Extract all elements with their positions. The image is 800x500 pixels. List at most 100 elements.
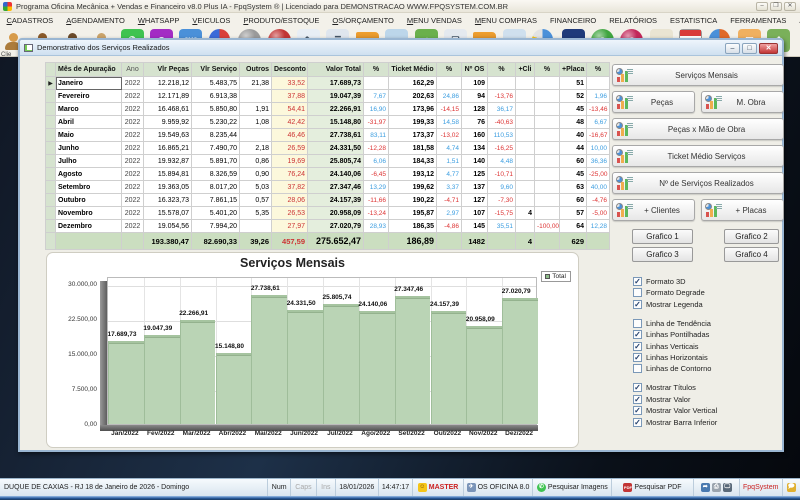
table-row[interactable]: Setembro202219.363,058.017,205,0337,8227…	[46, 181, 610, 194]
cell[interactable]	[516, 194, 535, 207]
checkbox-mostrar-valor[interactable]: ✓Mostrar Valor	[633, 395, 784, 404]
menu-item-ajuda[interactable]: AJUDA	[793, 16, 800, 25]
checkbox-box[interactable]: ✓	[633, 383, 642, 392]
cell[interactable]: 19.932,87	[144, 155, 192, 168]
table-row[interactable]: Abril20229.959,925.230,221,0842,4215.148…	[46, 116, 610, 129]
cell[interactable]: 24.331,50	[308, 142, 364, 155]
status-search-pdf[interactable]: PDFPesquisar PDF	[612, 479, 693, 496]
chart-button-pe-as-x-m-o-de-obra[interactable]: Peças x Mão de Obra	[612, 118, 784, 140]
cell[interactable]: 15.894,81	[144, 168, 192, 181]
cell[interactable]	[46, 142, 56, 155]
checkbox-box[interactable]: ✓	[633, 395, 642, 404]
cell[interactable]: 14,58	[437, 116, 462, 129]
cell[interactable]: 186,35	[389, 220, 437, 233]
cell[interactable]: 173,37	[389, 129, 437, 142]
cell[interactable]: 5.230,22	[192, 116, 240, 129]
cell[interactable]: -13,02	[437, 129, 462, 142]
cell[interactable]: 13,29	[364, 181, 389, 194]
cell[interactable]: 7,67	[364, 90, 389, 103]
cell[interactable]: 110,53	[488, 129, 516, 142]
cell[interactable]: Novembro	[56, 207, 122, 220]
cell[interactable]: 4,48	[488, 155, 516, 168]
cell[interactable]: -13,24	[364, 207, 389, 220]
cell[interactable]: 25.805,74	[308, 155, 364, 168]
cell[interactable]: 1,51	[437, 155, 462, 168]
cell[interactable]: -16,25	[488, 142, 516, 155]
checkbox-mostrar-t-tulos[interactable]: ✓Mostrar Títulos	[633, 383, 784, 392]
table-row[interactable]: Novembro202215.578,075.401,205,3526,5320…	[46, 207, 610, 220]
column-header[interactable]: +Cli	[516, 63, 535, 77]
cell[interactable]: -14,15	[437, 103, 462, 116]
cell[interactable]: 140	[462, 155, 488, 168]
cell[interactable]: 2022	[122, 116, 144, 129]
cell[interactable]: 109	[462, 77, 488, 90]
cell[interactable]: 19.363,05	[144, 181, 192, 194]
grafico-button-2[interactable]: Grafico 2	[724, 229, 779, 244]
cell[interactable]: 51	[560, 77, 587, 90]
column-header[interactable]: %	[364, 63, 389, 77]
cell[interactable]	[46, 194, 56, 207]
checkbox-formato-3d[interactable]: ✓Formato 3D	[633, 277, 784, 286]
cell[interactable]: 9.959,92	[144, 116, 192, 129]
cell[interactable]: 2022	[122, 129, 144, 142]
checkbox-box[interactable]	[633, 364, 642, 373]
chart-button-n-de-servi-os-realizados[interactable]: Nº de Serviços Realizados	[612, 172, 784, 194]
cell[interactable]: 7.490,70	[192, 142, 240, 155]
cell[interactable]: -4,86	[437, 220, 462, 233]
checkbox-box[interactable]: ✓	[633, 300, 642, 309]
cell[interactable]: 137	[462, 181, 488, 194]
checkbox-box[interactable]: ✓	[633, 418, 642, 427]
column-header[interactable]: %	[535, 63, 560, 77]
grafico-button-1[interactable]: Grafico 1	[632, 229, 693, 244]
cell[interactable]: -13,76	[488, 90, 516, 103]
cell[interactable]: 2022	[122, 207, 144, 220]
cell[interactable]: 5,35	[240, 207, 272, 220]
cell[interactable]: -7,30	[488, 194, 516, 207]
cell[interactable]	[535, 90, 560, 103]
menu-item-ferramentas[interactable]: FERRAMENTAS	[724, 16, 793, 25]
cell[interactable]: 2022	[122, 103, 144, 116]
cell[interactable]: 8.235,44	[192, 129, 240, 142]
chart-button-pe-as[interactable]: Peças	[612, 91, 695, 113]
cell[interactable]: 48	[560, 116, 587, 129]
column-header[interactable]: Vlr Peças	[144, 63, 192, 77]
cell[interactable]	[516, 77, 535, 90]
cell[interactable]: 27.347,46	[308, 181, 364, 194]
cell[interactable]: 5.891,70	[192, 155, 240, 168]
cell[interactable]: 19.549,63	[144, 129, 192, 142]
checkbox-box[interactable]	[633, 288, 642, 297]
cell[interactable]: 2,18	[240, 142, 272, 155]
cell[interactable]: Janeiro	[56, 77, 122, 90]
checkbox-linhas-horizontais[interactable]: ✓Linhas Horizontais	[633, 353, 784, 362]
cell[interactable]: 28,06	[272, 194, 308, 207]
cell[interactable]: 107	[462, 207, 488, 220]
cell[interactable]: 1,08	[240, 116, 272, 129]
cell[interactable]	[46, 90, 56, 103]
cell[interactable]: Marco	[56, 103, 122, 116]
cell[interactable]: Setembro	[56, 181, 122, 194]
cell[interactable]: 5,03	[240, 181, 272, 194]
cell[interactable]	[364, 77, 389, 90]
cell[interactable]	[516, 220, 535, 233]
cell[interactable]	[516, 90, 535, 103]
cell[interactable]: 83,11	[364, 129, 389, 142]
cell[interactable]: 54,41	[272, 103, 308, 116]
cell[interactable]	[535, 194, 560, 207]
cell[interactable]: 21,38	[240, 77, 272, 90]
cell[interactable]: 57	[560, 207, 587, 220]
cell[interactable]: 0,57	[240, 194, 272, 207]
menu-item-relat-rios[interactable]: RELATÓRIOS	[603, 16, 664, 25]
cell[interactable]: 40,00	[587, 181, 610, 194]
cell[interactable]: 27.738,61	[308, 129, 364, 142]
cell[interactable]: 6,67	[587, 116, 610, 129]
menu-item-financeiro[interactable]: FINANCEIRO	[543, 16, 602, 25]
cell[interactable]	[516, 181, 535, 194]
chart-button-ticket-m-dio-servi-os[interactable]: Ticket Médio Serviços	[612, 145, 784, 167]
menu-item-menu-vendas[interactable]: MENU VENDAS	[400, 16, 468, 25]
table-row[interactable]: Dezembro202219.054,567.994,2027,9727.020…	[46, 220, 610, 233]
cell[interactable]: 0,90	[240, 168, 272, 181]
cell[interactable]: 8.017,20	[192, 181, 240, 194]
cell[interactable]	[535, 181, 560, 194]
table-row[interactable]: ▶Janeiro202212.218,125.483,7521,3833,521…	[46, 77, 610, 90]
table-row[interactable]: Outubro202216.323,737.861,150,5728,0624.…	[46, 194, 610, 207]
